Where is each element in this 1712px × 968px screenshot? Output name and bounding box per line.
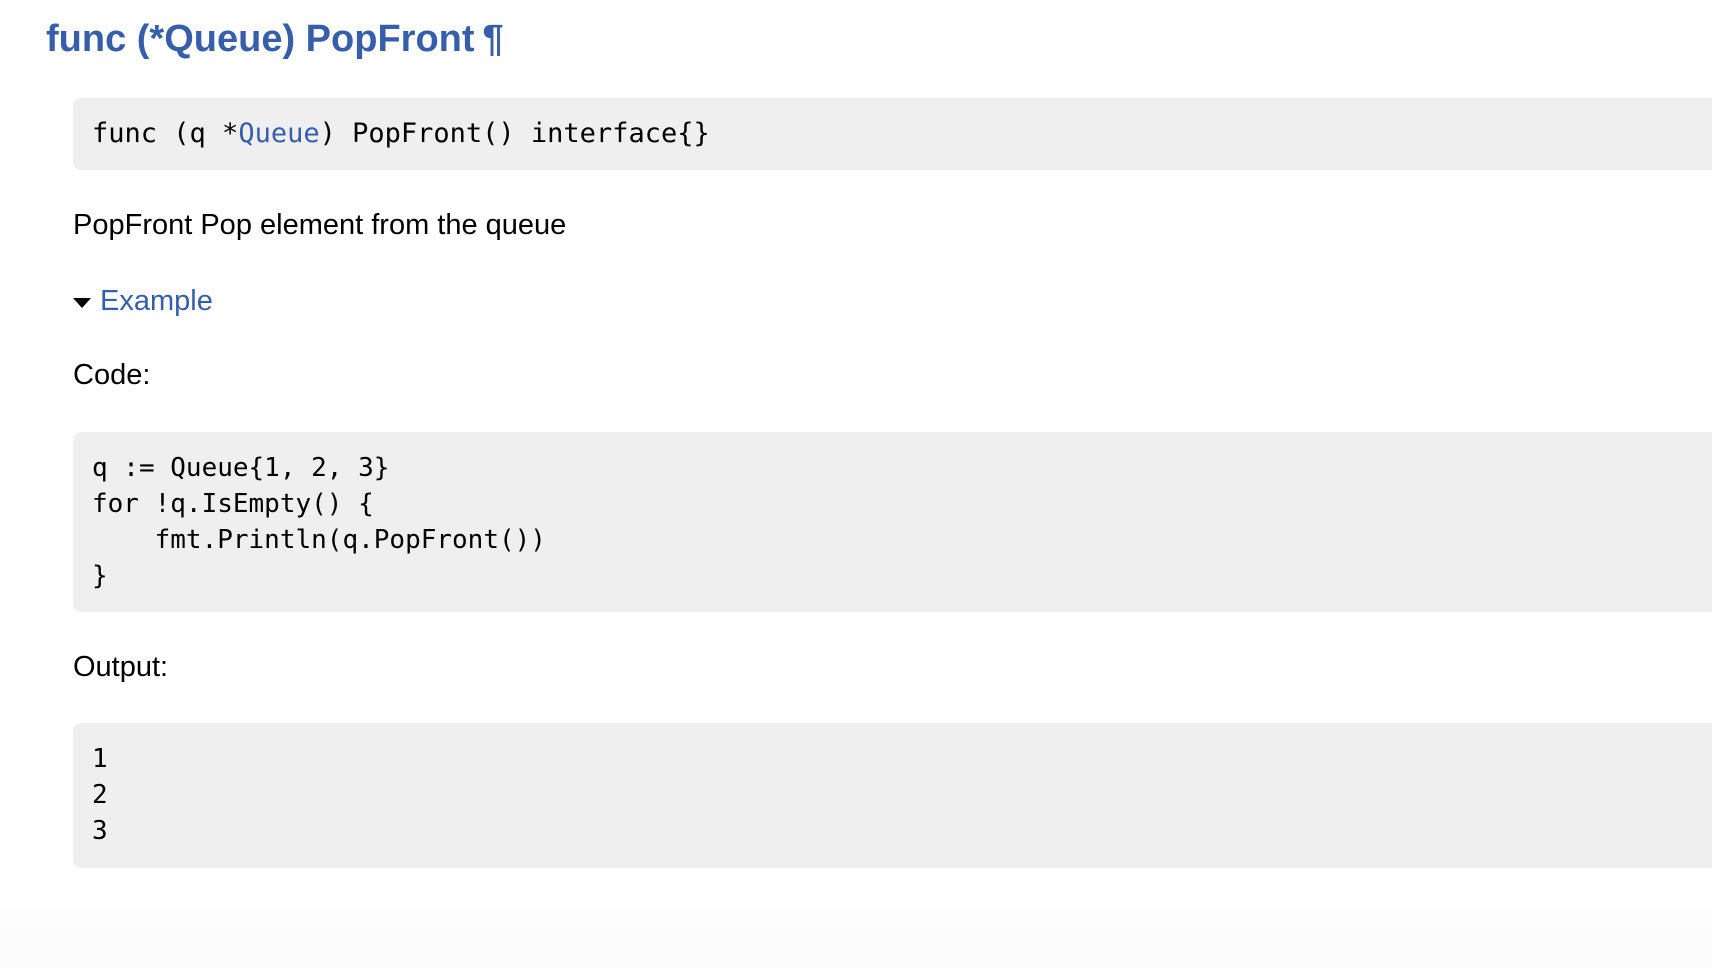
output-line: 2 [92, 780, 108, 810]
code-line: q := Queue{1, 2, 3} [92, 453, 390, 483]
output-label: Output: [73, 651, 169, 683]
code-line: fmt.Println(q.PopFront()) [92, 525, 546, 555]
code-label: Code: [73, 359, 151, 391]
code-line: } [92, 561, 108, 591]
doc-page: func (*Queue) PopFront ¶ func (q *Queue) … [0, 0, 1712, 968]
example-toggle[interactable]: Example [73, 280, 213, 322]
code-line: for !q.IsEmpty() { [92, 489, 374, 519]
func-heading-text: func (*Queue) PopFront [46, 18, 475, 60]
func-description: PopFront Pop element from the queue [73, 209, 567, 241]
queue-type-link[interactable]: Queue [238, 118, 319, 149]
example-output-block: 1 2 3 [73, 723, 1712, 868]
output-line: 3 [92, 816, 108, 846]
bottom-fade [0, 868, 1712, 968]
func-heading: func (*Queue) PopFront ¶ [46, 14, 504, 64]
example-code-block: q := Queue{1, 2, 3} for !q.IsEmpty() { fm… [73, 432, 1712, 612]
func-signature: func (q *Queue) PopFront() interface{} [73, 98, 1712, 170]
signature-prefix: func (q * [92, 118, 239, 149]
output-line: 1 [92, 744, 108, 774]
example-toggle-label: Example [100, 284, 213, 317]
triangle-down-icon [73, 297, 91, 308]
signature-suffix: ) PopFront() interface{} [319, 118, 710, 149]
pilcrow-icon[interactable]: ¶ [483, 18, 504, 60]
